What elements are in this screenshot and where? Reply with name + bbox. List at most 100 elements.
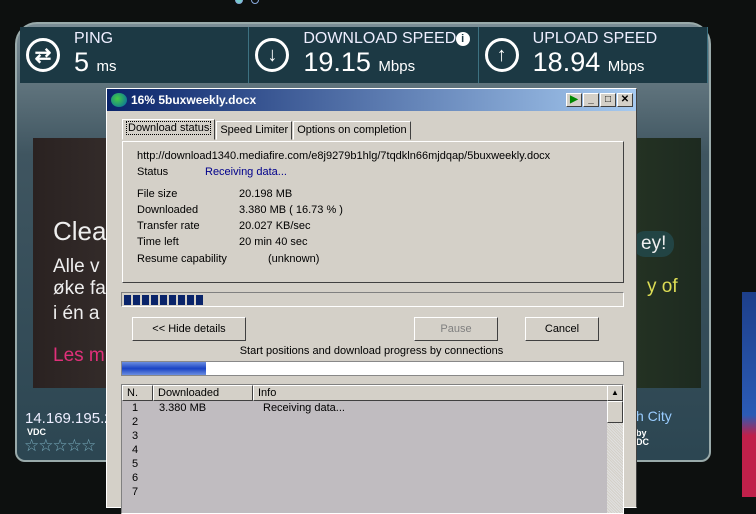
progress-block [133,295,140,305]
tab-label: Download status [126,121,212,135]
column-header-downloaded[interactable]: Downloaded [153,385,253,401]
cell-info [253,429,263,443]
download-value: 19.15 [303,46,371,77]
cell-info [253,443,263,457]
idm-logo-icon [111,93,127,107]
ping-stat: ⇄ PING 5 ms [20,27,250,83]
cell-n: 4 [132,444,139,456]
title-bar[interactable]: 16% 5buxweekly.docx ▶ _ □ ✕ [107,89,636,111]
progress-block [196,295,203,305]
connections-progress-fill [122,362,206,375]
hide-details-button[interactable]: << Hide details [132,317,246,341]
upload-unit: Mbps [607,57,645,75]
host-name: DC [636,437,649,447]
ad-text: ey! [633,231,675,257]
transfer-rate-value: 20.027 KB/sec [239,220,311,232]
table-row[interactable]: 5 [122,457,623,471]
cell-info: Receiving data... [263,402,345,414]
field-label: File size [137,188,178,200]
download-progress-bar [121,292,624,307]
status-label: Status [137,166,169,178]
carousel-dots [235,0,259,4]
table-row[interactable]: 3 [122,429,623,443]
cell-downloaded [153,471,253,485]
progress-block [142,295,149,305]
progress-block [169,295,176,305]
column-header-n[interactable]: N. [122,385,153,401]
scrollbar[interactable]: ▲ [607,385,623,513]
close-button[interactable]: ✕ [617,93,633,107]
cell-n: 5 [132,458,139,470]
tab-speed-limiter[interactable]: Speed Limiter [216,121,293,140]
cell-n: 1 [132,402,139,414]
cell-downloaded: 3.380 MB [159,402,207,414]
resume-label: Resume capability [137,253,227,265]
ping-label: PING [74,29,114,47]
progress-block [187,295,194,305]
dialog-title: 16% 5buxweekly.docx [131,93,257,107]
play-icon[interactable]: ▶ [566,93,582,107]
connections-table: N. Downloaded Info 1 3.380 MB Receiving data… [121,384,624,514]
progress-block [178,295,185,305]
field-label: Time left [137,236,179,248]
minimize-button[interactable]: _ [583,93,599,107]
rating-stars-icon[interactable]: ☆☆☆☆☆ [24,436,96,456]
cell-info [253,457,263,471]
cell-downloaded [153,443,253,457]
maximize-button[interactable]: □ [600,93,616,107]
table-row[interactable]: 1 3.380 MB Receiving data... [122,401,623,415]
cell-downloaded [153,415,253,429]
cell-n: 2 [132,416,139,428]
server-city[interactable]: h City [636,408,672,424]
tab-download-status[interactable]: Download status [122,119,216,140]
ping-value: 5 [74,46,90,77]
download-dialog: 16% 5buxweekly.docx ▶ _ □ ✕ Download status… [106,88,637,514]
column-header-info[interactable]: Info [253,385,609,401]
ip-address: 14.169.195.2 [25,410,113,427]
progress-block [151,295,158,305]
field-label: Transfer rate [137,220,200,232]
upload-value: 18.94 [532,46,601,77]
table-row[interactable]: 4 [122,443,623,457]
upload-arrow-icon: ↑ [484,38,519,72]
status-group: http://download1340.mediafire.com/e8j927… [122,141,624,283]
ad-text: Clea [53,216,107,246]
upload-label: UPLOAD SPEED [532,29,658,47]
connections-caption: Start positions and download progress by… [239,345,504,357]
ad-text: i én a [53,303,100,324]
progress-block [160,295,167,305]
cell-n: 6 [132,472,139,484]
ping-unit: ms [96,57,117,75]
download-arrow-icon: ↓ [255,38,290,72]
downloaded-value: 3.380 MB ( 16.73 % ) [239,204,343,216]
tab-options-on-completion[interactable]: Options on completion [293,121,411,140]
time-left-value: 20 min 40 sec [239,236,308,248]
ad-text: øke fa [53,278,106,299]
resume-value: (unknown) [268,253,320,265]
ad-text: y of [647,276,678,297]
download-url: http://download1340.mediafire.com/e8j927… [137,150,551,162]
progress-block [124,295,131,305]
download-label: DOWNLOAD SPEED [303,29,457,47]
cancel-button[interactable]: Cancel [525,317,599,341]
carousel-dot[interactable] [235,0,243,4]
cell-downloaded [153,457,253,471]
table-row[interactable]: 6 [122,471,623,485]
upload-stat: ↑ UPLOAD SPEED 18.94 Mbps [479,27,708,83]
info-icon[interactable]: i [455,32,470,46]
side-advertisement[interactable] [742,292,756,497]
scroll-up-icon[interactable]: ▲ [607,385,623,401]
cell-n: 3 [132,430,139,442]
cell-info [253,415,263,429]
connections-progress-bar [121,361,624,376]
status-value: Receiving data... [205,166,287,178]
field-label: Downloaded [137,204,199,216]
scroll-thumb[interactable] [607,401,623,423]
pause-button[interactable]: Pause [414,317,498,341]
file-size-value: 20.198 MB [239,188,293,200]
carousel-dot[interactable] [251,0,259,4]
table-row[interactable]: 2 [122,415,623,429]
speed-stats: ⇄ PING 5 ms ↓ DOWNLOAD SPEED 19.15 Mbps i ↑ UP… [20,27,708,83]
ping-arrows-icon: ⇄ [26,38,60,72]
download-unit: Mbps [378,57,416,75]
